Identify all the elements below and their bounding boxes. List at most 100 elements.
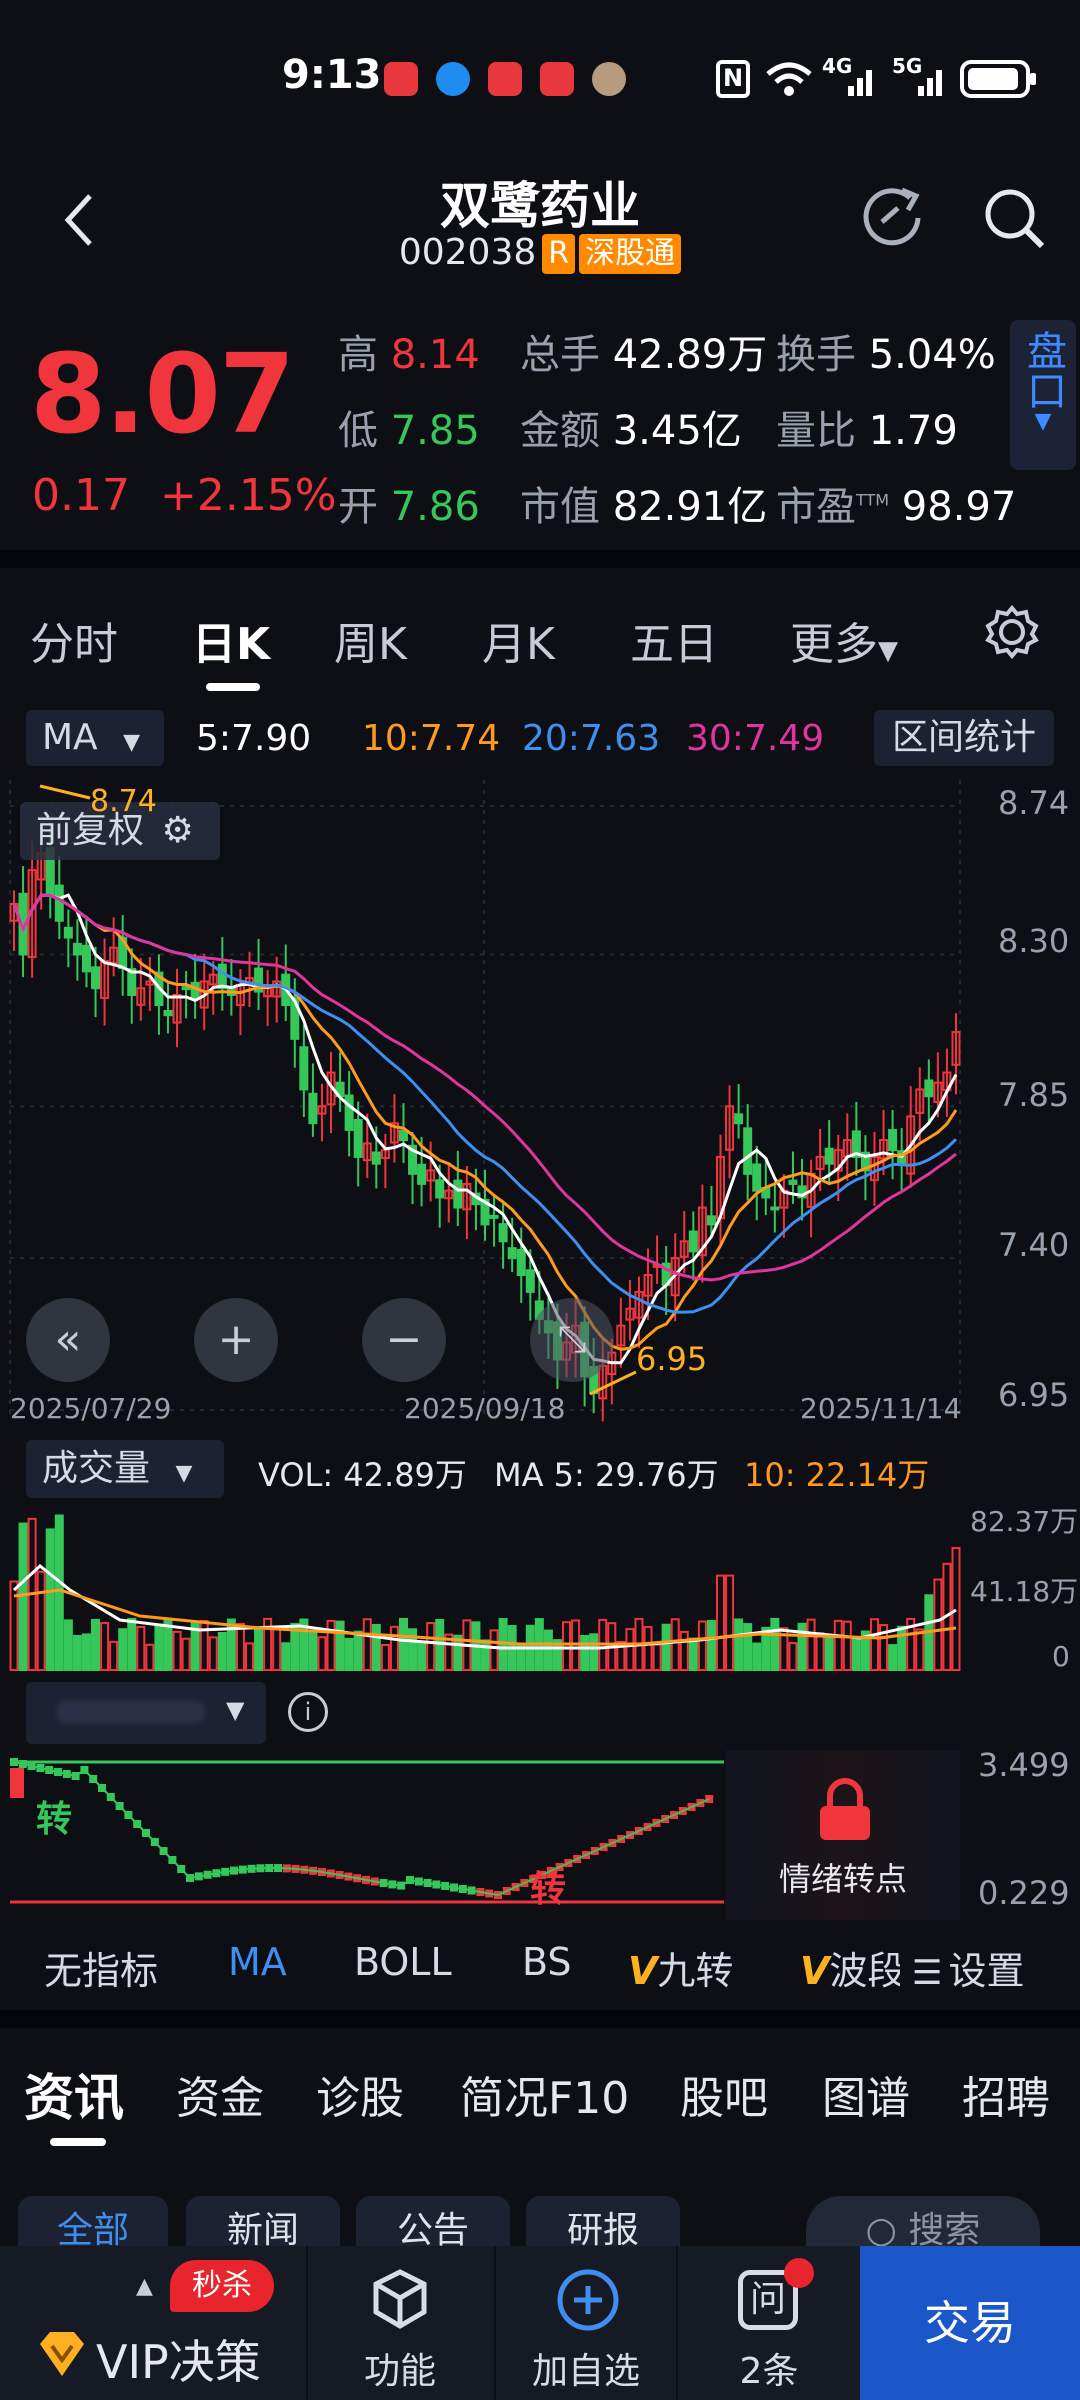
ma-row: MA ▼ 5:7.90 10:7.74 20:7.63 30:7.49 区间统计 bbox=[0, 700, 1080, 780]
candle-body bbox=[734, 1113, 744, 1125]
nav-ask[interactable]: 问 2条 bbox=[684, 2246, 854, 2400]
tab-wave-label: 波段 bbox=[829, 1949, 900, 1993]
volume-bar bbox=[725, 1574, 735, 1671]
indicator-line bbox=[13, 1761, 710, 1897]
tab-f10[interactable]: 简况F10 bbox=[460, 2062, 629, 2126]
indicator-chart[interactable]: 转 转 情绪转点 3.499 0.229 bbox=[0, 1746, 1080, 1920]
tab-wave[interactable]: V波段 bbox=[800, 1940, 900, 1995]
nav-function[interactable]: 功能 bbox=[320, 2246, 480, 2400]
nav-divider bbox=[676, 2246, 678, 2400]
chevron-down-icon: ▼ bbox=[878, 636, 898, 666]
lock-icon bbox=[820, 1778, 870, 1840]
fullscreen-button[interactable]: ⤡ bbox=[530, 1298, 614, 1382]
wifi-icon bbox=[766, 62, 812, 96]
indicator-tabs: 无指标 MA BOLL BS V九转 V波段 ☰ 设置 bbox=[0, 1930, 1080, 2000]
nav-add-watchlist[interactable]: 加自选 bbox=[504, 2246, 668, 2400]
tab-daily-k[interactable]: 日K bbox=[192, 608, 270, 672]
volume-bar bbox=[869, 1618, 879, 1671]
volume-bar bbox=[679, 1630, 689, 1672]
ma-selector[interactable]: MA ▼ bbox=[26, 710, 164, 766]
tab-nine-turn[interactable]: V九转 bbox=[628, 1940, 733, 1995]
tab-boll[interactable]: BOLL bbox=[354, 1940, 452, 1984]
news-app-icon bbox=[488, 62, 522, 96]
pankou-button[interactable]: 盘口 ▼ bbox=[1010, 320, 1076, 470]
open-value: 7.86 bbox=[390, 484, 480, 530]
tab-five-day[interactable]: 五日 bbox=[630, 608, 718, 672]
volume-svg bbox=[9, 1514, 961, 1672]
candle-body bbox=[81, 944, 91, 973]
tab-graph[interactable]: 图谱 bbox=[822, 2062, 910, 2126]
tab-funds[interactable]: 资金 bbox=[176, 2062, 264, 2126]
date-start: 2025/07/29 bbox=[10, 1392, 172, 1425]
tab-weekly-k[interactable]: 周K bbox=[334, 608, 407, 672]
indicator-start-bar bbox=[10, 1768, 24, 1798]
tab-more[interactable]: 更多▼ bbox=[790, 608, 898, 672]
tab-news-info[interactable]: 资讯 bbox=[24, 2058, 124, 2130]
zoom-in-button[interactable]: + bbox=[194, 1298, 278, 1382]
tab-diagnose[interactable]: 诊股 bbox=[316, 2062, 404, 2126]
volume-bar bbox=[172, 1630, 182, 1672]
kline-chart[interactable]: 前复权 ⚙ 8.74 8.30 7.85 7.40 6.95 8.74 6.95… bbox=[0, 780, 1080, 1440]
volume-selector[interactable]: 成交量 ▼ bbox=[26, 1440, 224, 1498]
candle-body bbox=[398, 1129, 408, 1142]
locked-overlay[interactable]: 情绪转点 bbox=[726, 1750, 960, 1920]
volume-header: 成交量 ▼ VOL: 42.89万 MA 5: 29.76万 10: 22.14… bbox=[0, 1440, 1080, 1500]
volume-bar bbox=[181, 1637, 191, 1672]
volume-bar bbox=[670, 1618, 680, 1671]
divider bbox=[0, 2010, 1080, 2028]
turnover-cell: 换手 5.04% bbox=[776, 322, 996, 380]
volume-cell: 总手 42.89万 bbox=[520, 322, 767, 380]
tab-monthly-k[interactable]: 月K bbox=[482, 608, 555, 672]
refresh-icon[interactable] bbox=[858, 182, 928, 252]
y-tick-1: 8.74 bbox=[998, 784, 1070, 822]
tab-no-indicator[interactable]: 无指标 bbox=[44, 1940, 158, 1995]
volume-bar bbox=[81, 1633, 91, 1671]
volume-bar bbox=[815, 1632, 825, 1671]
huawei-app-icon bbox=[384, 62, 418, 96]
volume-bar bbox=[688, 1637, 698, 1671]
volume-bar bbox=[625, 1628, 635, 1672]
volume-bar bbox=[380, 1643, 390, 1671]
trade-button[interactable]: 交易 bbox=[860, 2246, 1080, 2400]
flash-sale-badge: 秒杀 bbox=[170, 2260, 274, 2312]
tab-jobs[interactable]: 招聘 bbox=[962, 2062, 1050, 2126]
indicator-selector[interactable]: ▼ bbox=[26, 1682, 266, 1744]
notification-dot bbox=[784, 2258, 814, 2288]
volume-bar bbox=[217, 1632, 227, 1672]
tab-ma[interactable]: MA bbox=[228, 1940, 287, 1984]
volume-bar bbox=[45, 1528, 55, 1672]
range-stats-button[interactable]: 区间统计 bbox=[874, 710, 1054, 766]
tab-intraday[interactable]: 分时 bbox=[30, 608, 118, 672]
volume-bar bbox=[589, 1633, 599, 1671]
scroll-left-button[interactable]: « bbox=[26, 1298, 110, 1382]
volume-bar bbox=[254, 1626, 264, 1671]
price-change: 0.17 +2.15% bbox=[32, 470, 337, 521]
ind-tick-1: 3.499 bbox=[978, 1746, 1070, 1784]
volume-bar bbox=[706, 1620, 716, 1671]
volume-bar bbox=[54, 1514, 64, 1671]
ratio-cell: 量比 1.79 bbox=[776, 398, 958, 456]
candle-body bbox=[344, 1094, 354, 1131]
zoom-out-button[interactable]: − bbox=[362, 1298, 446, 1382]
volume-chart[interactable]: 82.37万 41.18万 0 bbox=[0, 1500, 1080, 1680]
signal-icon-1 bbox=[848, 70, 872, 96]
nav-ask-label: 2条 bbox=[739, 2351, 799, 2392]
volume-value: 42.89万 bbox=[612, 332, 768, 378]
pankou-label: 盘口 bbox=[1020, 330, 1066, 410]
tab-settings[interactable]: ☰ 设置 bbox=[912, 1940, 1025, 1995]
volume-bar bbox=[109, 1640, 119, 1671]
volume-bar bbox=[136, 1625, 146, 1671]
high-cell: 高 8.14 bbox=[338, 322, 480, 380]
amount-value: 3.45亿 bbox=[612, 408, 742, 454]
settings-gear-icon[interactable] bbox=[984, 604, 1040, 660]
nav-vip[interactable]: ▲ 秒杀 VIP决策 bbox=[0, 2246, 300, 2400]
search-icon[interactable] bbox=[980, 184, 1050, 254]
info-icon[interactable]: i bbox=[288, 1692, 328, 1732]
candle-body bbox=[688, 1230, 698, 1253]
volume-bar bbox=[72, 1634, 82, 1671]
tab-bs[interactable]: BS bbox=[522, 1940, 572, 1984]
ratio-value: 1.79 bbox=[868, 408, 958, 454]
tab-forum[interactable]: 股吧 bbox=[680, 2062, 768, 2126]
indicator-header: ▼ i bbox=[0, 1680, 1080, 1750]
y-tick-4: 7.40 bbox=[998, 1226, 1070, 1264]
